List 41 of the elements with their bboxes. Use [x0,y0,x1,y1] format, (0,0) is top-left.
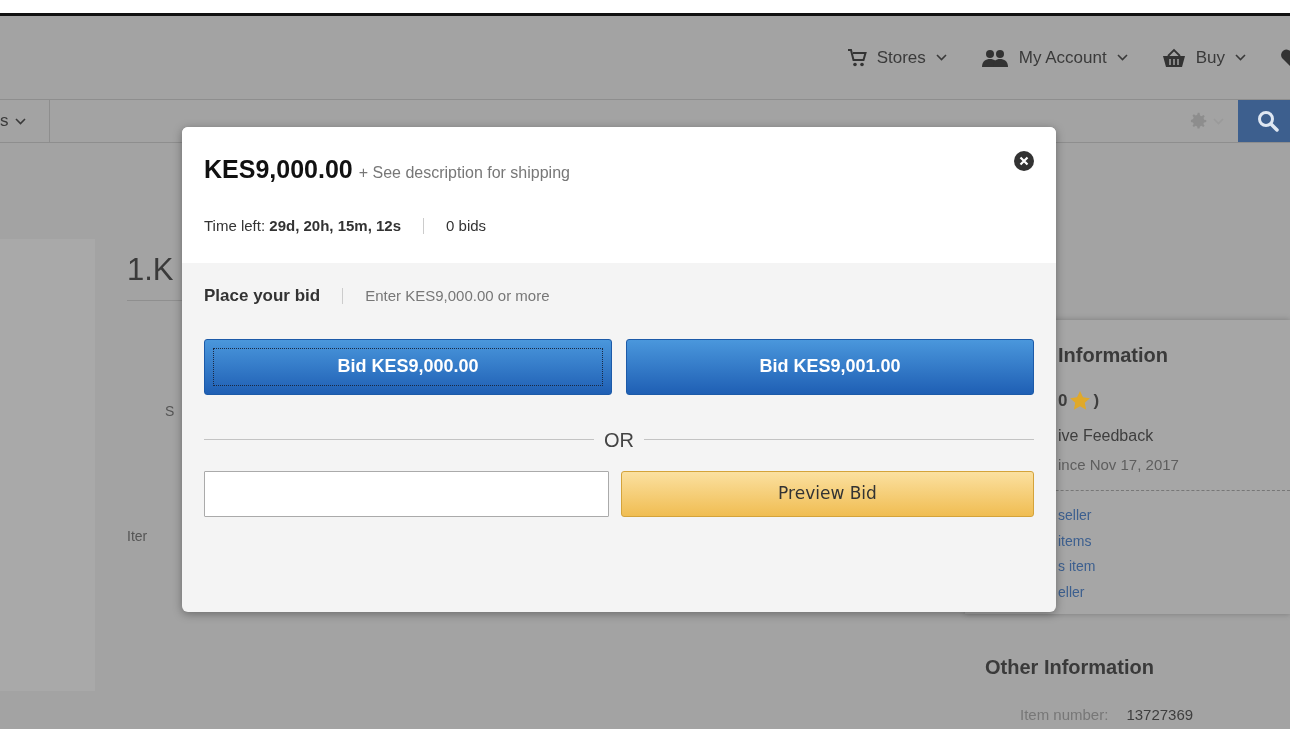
item-number: 13727369 [1126,705,1194,725]
star-icon [1069,389,1092,412]
chevron-down-icon [1116,54,1128,61]
search-button[interactable] [1238,100,1290,142]
section-title: Other Information [985,655,1155,680]
chevron-down-icon [1235,54,1246,61]
member-since-text: ince Nov 17, 2017 [1058,454,1180,475]
chevron-down-icon [14,117,26,125]
nav-menu[interactable]: My Account [980,44,1128,71]
category-dropdown[interactable]: s [0,100,50,142]
bid-button[interactable]: Bid KES9,001.00 [626,338,1034,395]
preview-bid-button[interactable]: Preview Bid [621,470,1034,517]
rating-text: 0 [1058,390,1068,412]
price-text: KES9,000.00 [204,154,353,185]
close-button[interactable] [1014,148,1034,168]
bid-count: 0 bids [446,215,487,236]
field-label: Iter [127,527,148,547]
section-title: Place your bid [204,285,321,307]
seller-link[interactable]: seller [1058,503,1092,529]
chevron-down-icon [935,54,947,61]
search-icon [1256,109,1280,133]
divider-label: OR [604,427,634,453]
field-label: S [165,402,175,422]
seller-link[interactable]: eller [1058,579,1085,605]
feedback-text: ive Feedback [1058,425,1155,446]
bid-button[interactable]: Bid KES9,000.00 [204,338,612,395]
section-title: Information [1058,343,1169,368]
nav-menu[interactable]: Buy [1161,44,1246,71]
shipping-note: + See description for shipping [358,163,570,183]
cart-icon [846,47,867,68]
seller-link[interactable]: s item [1058,554,1096,580]
bid-input-field[interactable] [204,470,609,517]
rating-text: ) [1093,390,1100,412]
basket-icon [1161,47,1186,68]
people-icon [980,48,1009,67]
nav-menu[interactable]: Stores [846,44,947,71]
bid-hint: Enter KES9,000.00 or more [365,285,550,306]
page-title: 1.K [127,251,175,289]
time-left-text: Time left: 29d, 20h, 15m, 12s [204,215,402,236]
close-icon [1014,150,1034,171]
seller-link[interactable]: items [1058,528,1092,554]
